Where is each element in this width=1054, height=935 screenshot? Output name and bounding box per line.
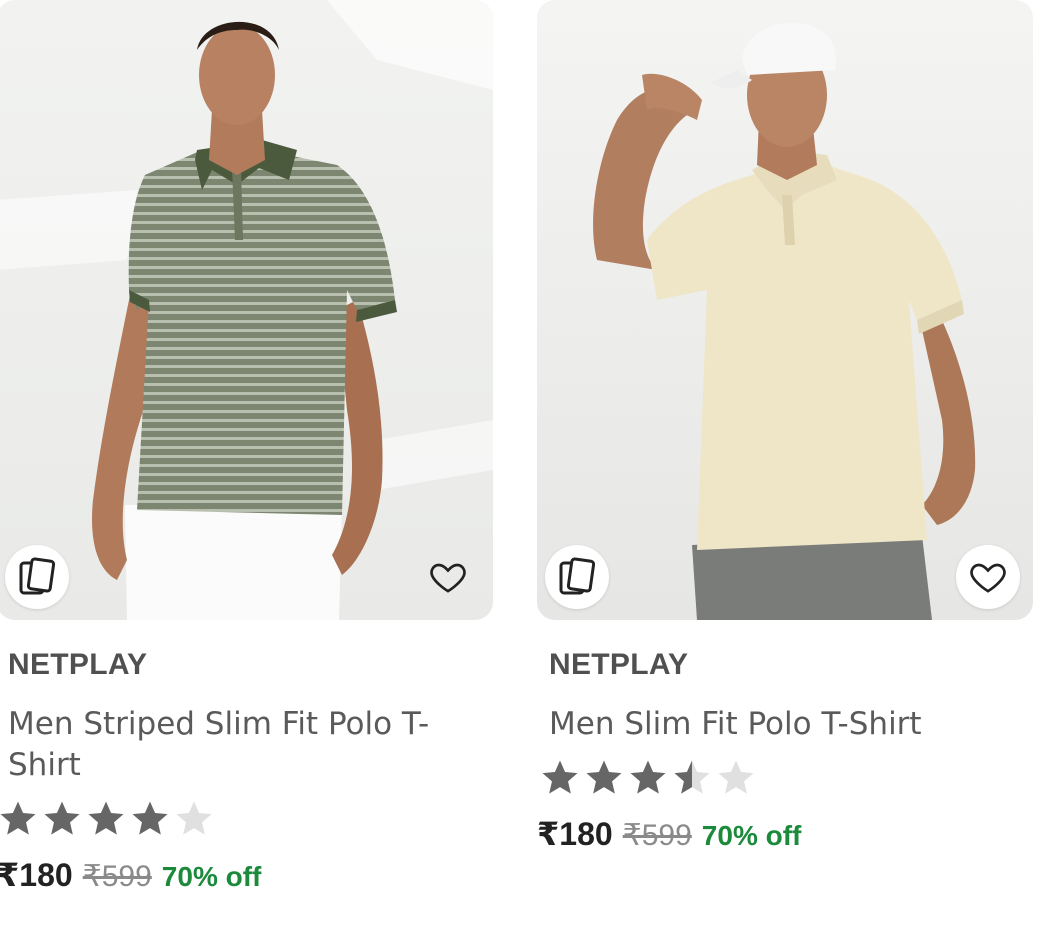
star-filled-icon xyxy=(630,760,666,794)
product-card[interactable]: NETPLAY Men Slim Fit Polo T-Shirt ₹180 ₹… xyxy=(537,0,1033,935)
product-card[interactable]: NETPLAY Men Striped Slim Fit Polo T-Shir… xyxy=(0,0,493,935)
product-brand: NETPLAY xyxy=(8,648,148,681)
rating-stars xyxy=(0,798,215,840)
star-half-icon xyxy=(674,760,710,794)
discount-label: 70% off xyxy=(161,861,262,892)
product-brand: NETPLAY xyxy=(549,648,689,681)
star-filled-icon xyxy=(44,801,80,835)
similar-products-button[interactable] xyxy=(545,545,609,609)
star-filled-icon xyxy=(132,801,168,835)
original-price: ₹599 xyxy=(82,860,152,893)
price-row: ₹180 ₹599 70% off xyxy=(0,856,261,894)
product-title[interactable]: Men Slim Fit Polo T-Shirt xyxy=(549,704,989,745)
similar-products-icon xyxy=(19,557,56,595)
star-filled-icon xyxy=(88,801,124,835)
rating-stars xyxy=(539,757,757,799)
wishlist-button[interactable] xyxy=(956,545,1020,609)
star-filled-icon xyxy=(542,760,578,794)
similar-products-icon xyxy=(559,557,596,595)
star-empty-icon xyxy=(718,760,754,794)
star-empty-icon xyxy=(176,801,212,835)
selling-price: ₹180 xyxy=(537,816,613,852)
heart-icon xyxy=(430,563,466,593)
product-photo xyxy=(593,22,976,620)
product-image[interactable] xyxy=(0,0,493,620)
discount-label: 70% off xyxy=(701,820,802,851)
product-title[interactable]: Men Striped Slim Fit Polo T-Shirt xyxy=(8,704,448,786)
original-price: ₹599 xyxy=(622,819,692,852)
star-filled-icon xyxy=(0,801,36,835)
wishlist-button[interactable] xyxy=(416,545,480,609)
price-row: ₹180 ₹599 70% off xyxy=(537,815,801,853)
product-image[interactable] xyxy=(537,0,1033,620)
heart-icon xyxy=(970,563,1006,593)
similar-products-button[interactable] xyxy=(5,545,69,609)
product-photo xyxy=(0,0,493,620)
star-filled-icon xyxy=(586,760,622,794)
selling-price: ₹180 xyxy=(0,857,73,893)
